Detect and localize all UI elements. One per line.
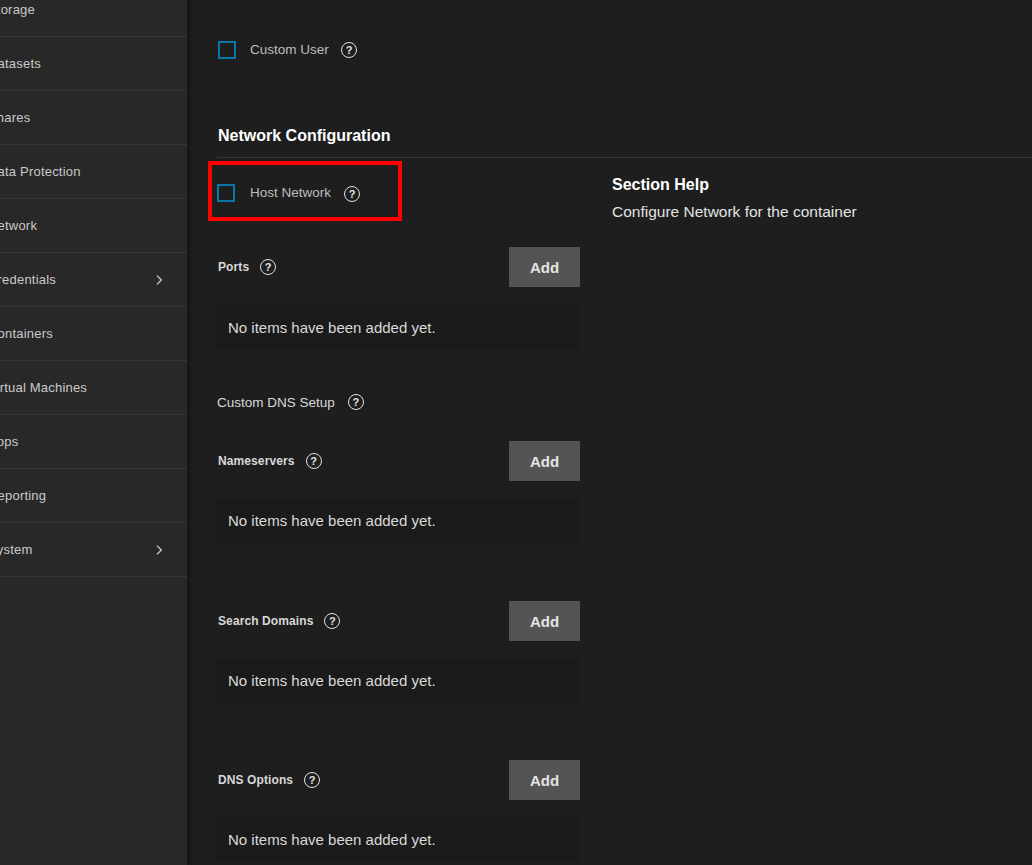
search-domains-help-icon[interactable]: ? <box>324 613 340 629</box>
sidebar-item-label: Datasets <box>0 56 41 71</box>
dns-options-empty-text: No items have been added yet. <box>216 817 580 862</box>
section-help-title: Section Help <box>612 176 709 194</box>
sidebar-item-label: Data Protection <box>0 164 81 179</box>
custom-dns-setup-row: Custom DNS Setup ? <box>217 393 364 411</box>
dns-options-empty-panel: No items have been added yet. <box>216 817 580 862</box>
sidebar-item-label: Storage <box>0 2 35 17</box>
sidebar-item[interactable]: Containers <box>0 307 187 361</box>
host-network-label: Host Network <box>250 184 331 202</box>
host-network-checkbox[interactable] <box>217 184 235 202</box>
sidebar-item[interactable]: Apps <box>0 415 187 469</box>
ports-add-button[interactable]: Add <box>509 247 580 287</box>
network-configuration-title: Network Configuration <box>218 127 390 145</box>
nameservers-empty-panel: No items have been added yet. <box>216 498 580 543</box>
sidebar-item[interactable]: Shares <box>0 91 187 145</box>
sidebar-item[interactable]: Credentials <box>0 253 187 307</box>
chevron-right-icon <box>152 543 166 557</box>
ports-help-icon[interactable]: ? <box>260 259 276 275</box>
dns-options-add-button[interactable]: Add <box>509 760 580 800</box>
custom-user-label: Custom User <box>250 41 329 59</box>
dns-options-label-row: DNS Options ? <box>218 760 320 800</box>
ports-label-row: Ports ? <box>218 247 276 287</box>
sidebar-item-label: Shares <box>0 110 30 125</box>
sidebar-nav: Storage Datasets Shares Data Pro <box>0 0 187 577</box>
sidebar-item-label: System <box>0 542 33 557</box>
section-divider <box>217 157 1032 158</box>
custom-user-help-icon[interactable]: ? <box>341 42 357 58</box>
search-domains-label-row: Search Domains ? <box>218 601 340 641</box>
ports-label: Ports <box>218 260 249 274</box>
section-help-body: Configure Network for the container <box>612 204 857 220</box>
sidebar-item-label: Credentials <box>0 272 56 287</box>
chevron-right-icon <box>152 273 166 287</box>
sidebar-item[interactable]: Network <box>0 199 187 253</box>
sidebar-item-label: Containers <box>0 326 53 341</box>
sidebar-item[interactable]: Virtual Machines <box>0 361 187 415</box>
sidebar-item-label: Virtual Machines <box>0 380 87 395</box>
sidebar-item-label: Apps <box>0 434 18 449</box>
sidebar-item[interactable]: Datasets <box>0 37 187 91</box>
custom-dns-setup-label: Custom DNS Setup <box>217 395 335 410</box>
nameservers-label-row: Nameservers ? <box>218 441 322 481</box>
sidebar-item-label: Network <box>0 218 37 233</box>
sidebar-item[interactable]: Storage <box>0 0 187 37</box>
sidebar: Storage Datasets Shares Data Pro <box>0 0 187 865</box>
host-network-help-icon[interactable]: ? <box>344 186 360 202</box>
nameservers-help-icon[interactable]: ? <box>306 453 322 469</box>
sidebar-item[interactable]: System <box>0 523 187 577</box>
ports-empty-panel: No items have been added yet. <box>216 305 580 350</box>
custom-user-checkbox[interactable] <box>218 41 236 59</box>
search-domains-empty-panel: No items have been added yet. <box>216 658 580 703</box>
nameservers-add-button[interactable]: Add <box>509 441 580 481</box>
sidebar-item[interactable]: Reporting <box>0 469 187 523</box>
custom-dns-setup-help-icon[interactable]: ? <box>348 394 364 410</box>
dns-options-label: DNS Options <box>218 773 293 787</box>
sidebar-item[interactable]: Data Protection <box>0 145 187 199</box>
search-domains-label: Search Domains <box>218 614 313 628</box>
nameservers-label: Nameservers <box>218 454 295 468</box>
search-domains-add-button[interactable]: Add <box>509 601 580 641</box>
sidebar-item-label: Reporting <box>0 488 46 503</box>
ports-empty-text: No items have been added yet. <box>216 305 580 350</box>
nameservers-empty-text: No items have been added yet. <box>216 498 580 543</box>
search-domains-empty-text: No items have been added yet. <box>216 658 580 703</box>
dns-options-help-icon[interactable]: ? <box>304 772 320 788</box>
